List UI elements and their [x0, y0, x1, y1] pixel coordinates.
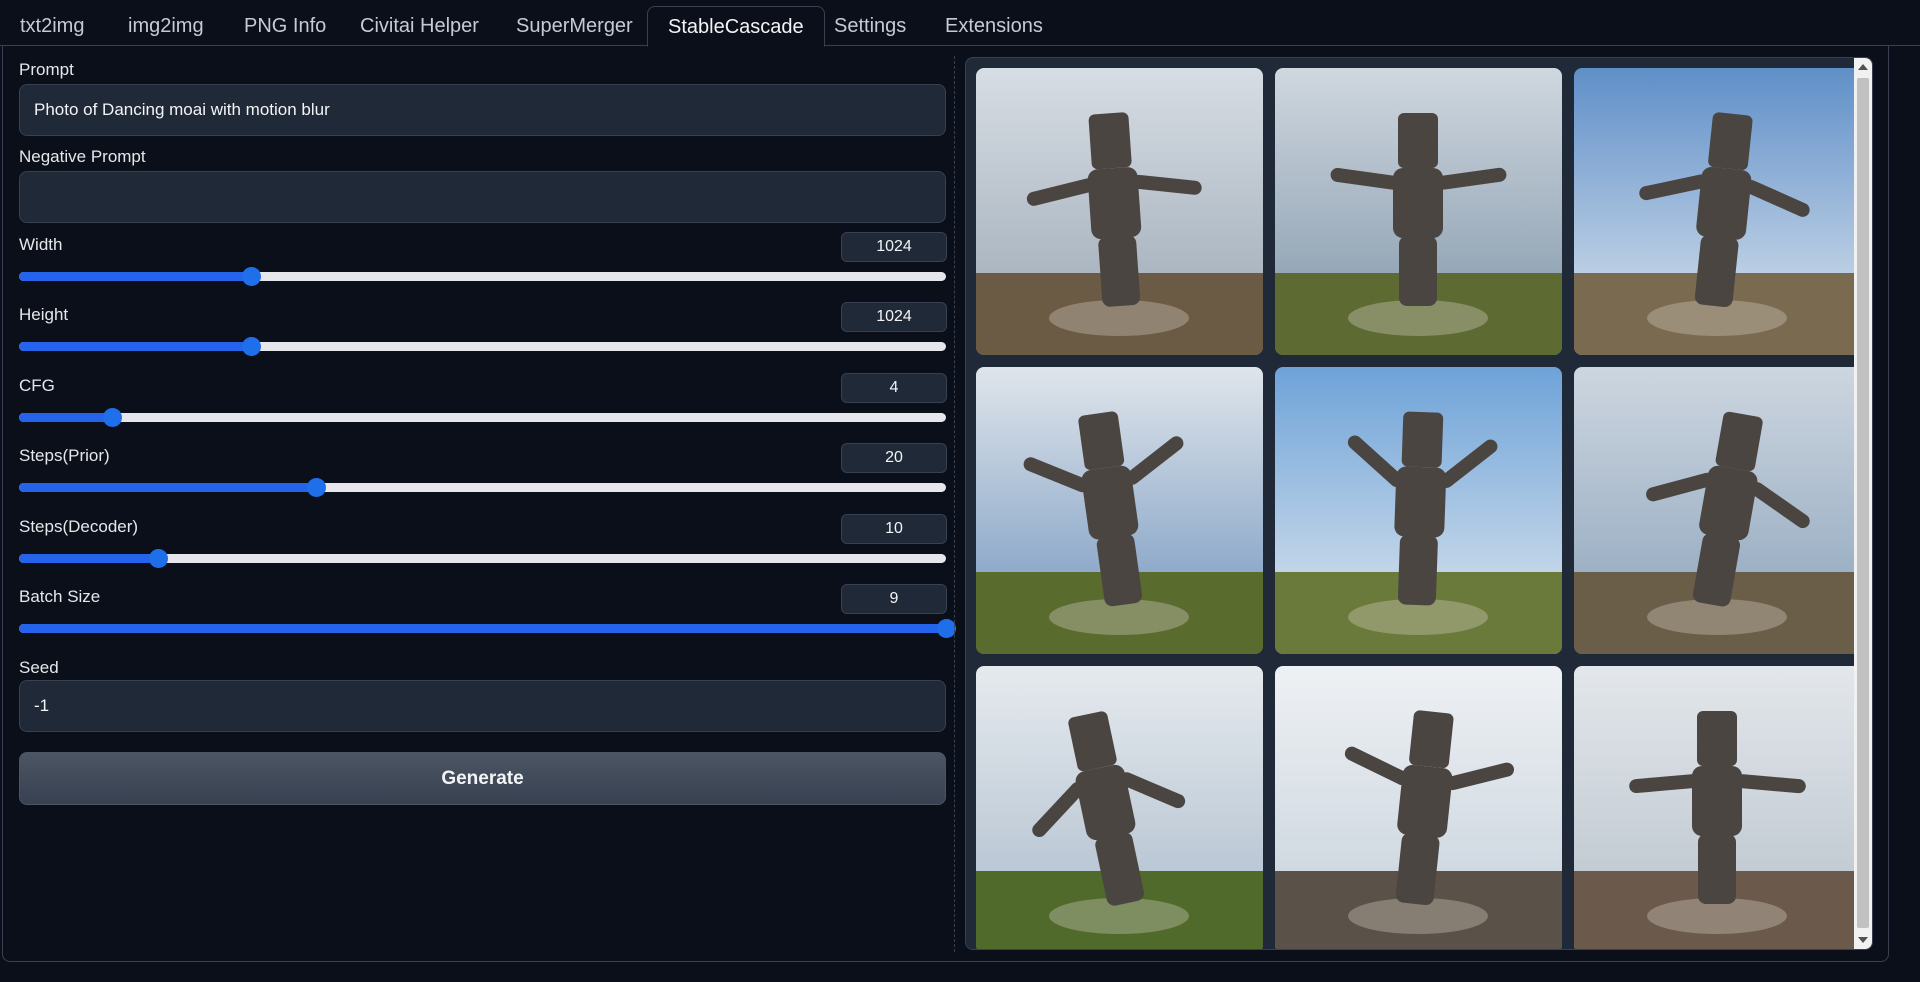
prompt-label: Prompt [19, 60, 74, 79]
gallery-image-1[interactable] [976, 68, 1263, 355]
steps-decoder-number-input[interactable]: 10 [841, 514, 947, 544]
batch-size-slider[interactable] [19, 619, 956, 638]
height-slider-handle[interactable] [241, 337, 261, 356]
width-label: Width [19, 235, 63, 254]
gallery-scrollbar[interactable] [1854, 58, 1872, 949]
tab-stablecascade[interactable]: StableCascade [647, 6, 825, 47]
gallery-image-7[interactable] [976, 666, 1263, 949]
prompt-input[interactable]: Photo of Dancing moai with motion blur [19, 84, 946, 136]
steps-decoder-slider[interactable] [19, 549, 946, 568]
width-slider[interactable] [19, 267, 946, 286]
tab-extensions[interactable]: Extensions [925, 6, 1063, 46]
cfg-slider-handle[interactable] [102, 408, 122, 427]
steps-decoder-slider-handle[interactable] [149, 549, 169, 568]
tab-img2img[interactable]: img2img [108, 6, 224, 46]
stablecascade-panel: Prompt Photo of Dancing moai with motion… [2, 46, 1889, 962]
height-label: Height [19, 305, 69, 324]
steps-prior-slider-handle[interactable] [306, 478, 326, 497]
steps-decoder-slider-fill [19, 554, 159, 563]
cfg-number-input[interactable]: 4 [841, 373, 947, 403]
gallery-image-2[interactable] [1275, 68, 1562, 355]
scroll-up-arrow-icon[interactable] [1858, 64, 1868, 70]
scroll-down-arrow-icon[interactable] [1858, 937, 1868, 943]
cfg-slider[interactable] [19, 408, 946, 427]
width-number-input[interactable]: 1024 [841, 232, 947, 262]
width-slider-handle[interactable] [241, 267, 261, 286]
gallery-image-9[interactable] [1574, 666, 1861, 949]
steps-prior-slider-fill [19, 483, 316, 492]
seed-label: Seed [19, 658, 59, 677]
height-slider-fill [19, 342, 251, 351]
moai-image-illustration [1275, 68, 1562, 355]
negative-prompt-label: Negative Prompt [19, 147, 146, 166]
height-number-input[interactable]: 1024 [841, 302, 947, 332]
gallery-image-3[interactable] [1574, 68, 1861, 355]
cfg-slider-fill [19, 413, 112, 422]
seed-input[interactable]: -1 [19, 680, 946, 732]
generate-button[interactable]: Generate [19, 752, 946, 805]
output-gallery [965, 57, 1873, 950]
moai-image-illustration [976, 666, 1263, 949]
tab-settings[interactable]: Settings [814, 6, 926, 46]
tab-txt2img[interactable]: txt2img [0, 6, 104, 46]
batch-size-slider-fill [19, 624, 946, 633]
column-divider [954, 56, 955, 952]
moai-image-illustration [1574, 68, 1861, 355]
tab-supermerger[interactable]: SuperMerger [496, 6, 653, 46]
tab-civitai-helper[interactable]: Civitai Helper [340, 6, 499, 46]
moai-image-illustration [1275, 666, 1562, 949]
moai-image-illustration [976, 68, 1263, 355]
scrollbar-thumb[interactable] [1857, 78, 1869, 928]
cfg-label: CFG [19, 376, 55, 395]
steps-prior-number-input[interactable]: 20 [841, 443, 947, 473]
tab-png-info[interactable]: PNG Info [224, 6, 346, 46]
height-slider[interactable] [19, 337, 946, 356]
gallery-image-8[interactable] [1275, 666, 1562, 949]
width-slider-fill [19, 272, 251, 281]
steps-decoder-label: Steps(Decoder) [19, 517, 139, 536]
steps-prior-slider[interactable] [19, 478, 946, 497]
batch-size-number-input[interactable]: 9 [841, 584, 947, 614]
gallery-image-4[interactable] [976, 367, 1263, 654]
steps-prior-label: Steps(Prior) [19, 446, 110, 465]
moai-image-illustration [1275, 367, 1562, 654]
moai-image-illustration [1574, 666, 1861, 949]
moai-image-illustration [1574, 367, 1861, 654]
tab-bar: txt2img img2img PNG Info Civitai Helper … [0, 0, 1920, 47]
gallery-image-6[interactable] [1574, 367, 1861, 654]
batch-size-label: Batch Size [19, 587, 101, 606]
negative-prompt-input[interactable] [19, 171, 946, 223]
moai-image-illustration [976, 367, 1263, 654]
gallery-image-5[interactable] [1275, 367, 1562, 654]
